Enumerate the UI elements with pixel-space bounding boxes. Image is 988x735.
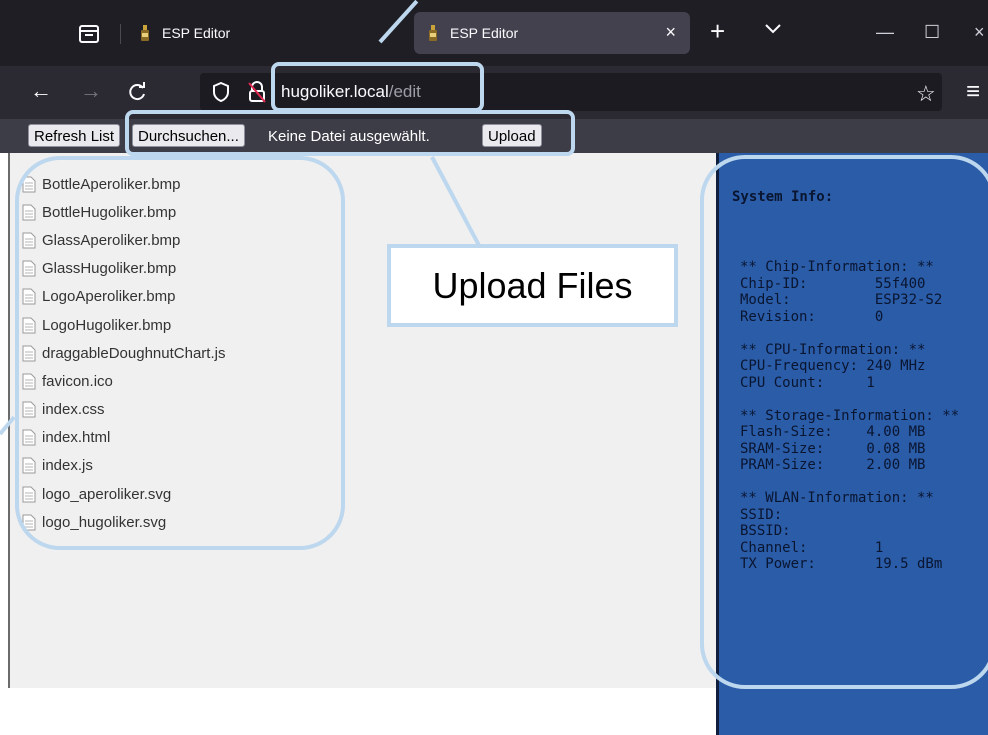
menu-icon[interactable]: ≡ bbox=[966, 78, 980, 106]
back-button[interactable]: ← bbox=[30, 80, 52, 102]
new-tab-button[interactable]: + bbox=[710, 18, 725, 44]
tab-title: ESP Editor bbox=[162, 25, 231, 41]
shield-icon[interactable] bbox=[212, 81, 230, 107]
tab-close-icon[interactable]: × bbox=[665, 22, 676, 43]
insecure-lock-icon[interactable] bbox=[248, 81, 266, 108]
file-list-highlight-box bbox=[15, 156, 345, 550]
tab-title: ESP Editor bbox=[450, 25, 519, 41]
system-info-highlight-box bbox=[700, 155, 988, 689]
chevron-down-icon[interactable] bbox=[764, 22, 782, 40]
url-highlight-box bbox=[271, 62, 484, 112]
forward-button[interactable]: → bbox=[80, 80, 102, 102]
page-background bbox=[0, 688, 570, 735]
toolbar-highlight-box bbox=[125, 110, 575, 156]
bottle-favicon-icon bbox=[429, 25, 437, 41]
bottle-favicon-icon bbox=[141, 25, 149, 41]
tab-esp-editor-1[interactable]: ESP Editor bbox=[130, 12, 390, 54]
reload-button[interactable] bbox=[128, 82, 148, 106]
tab-esp-editor-2[interactable]: ESP Editor × bbox=[414, 12, 690, 54]
minimize-button[interactable]: — bbox=[876, 22, 894, 43]
bookmark-star-icon[interactable]: ☆ bbox=[916, 81, 936, 107]
tab-separator bbox=[120, 24, 121, 44]
tab-bar: ESP Editor ESP Editor × + — ☐ × bbox=[0, 0, 988, 66]
close-window-button[interactable]: × bbox=[974, 22, 985, 43]
upload-files-callout: Upload Files bbox=[387, 244, 678, 327]
refresh-list-button[interactable]: Refresh List bbox=[28, 124, 121, 147]
maximize-button[interactable]: ☐ bbox=[924, 22, 940, 43]
tab-list-icon[interactable] bbox=[78, 24, 100, 44]
